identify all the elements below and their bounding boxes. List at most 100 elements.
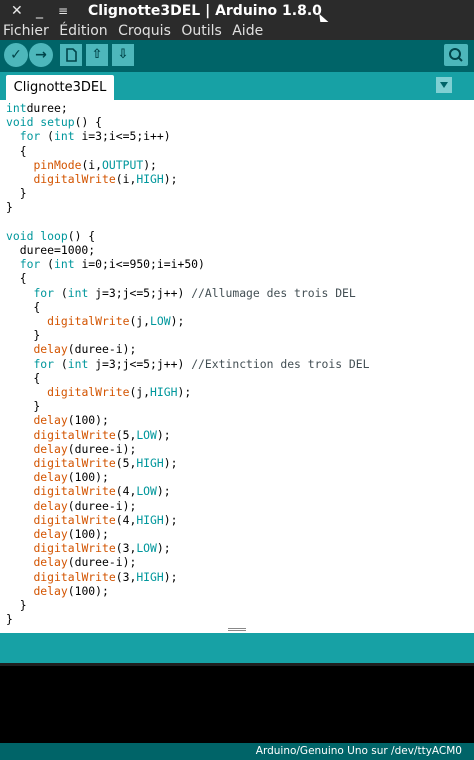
menu-croquis[interactable]: Croquis <box>118 23 171 39</box>
code-line[interactable]: { <box>6 300 40 314</box>
code-line[interactable]: { <box>6 144 27 158</box>
code-line[interactable]: delay(duree-i); <box>6 555 136 569</box>
code-token: digitalWrite <box>33 427 116 442</box>
code-line[interactable]: digitalWrite(4,HIGH); <box>6 513 177 527</box>
code-line[interactable]: pinMode(i,OUTPUT); <box>6 157 156 172</box>
code-token: digitalWrite <box>33 172 116 186</box>
code-token: delay <box>33 470 68 485</box>
code-token: digitalWrite <box>47 314 130 328</box>
save-sketch-button[interactable]: ⇩ <box>112 44 134 66</box>
code-line[interactable]: void loop() { <box>6 229 95 243</box>
code-line[interactable]: duree=1000; <box>6 243 95 257</box>
menu-aide[interactable]: Aide <box>232 23 263 39</box>
code-line[interactable]: void setup() { <box>6 115 102 129</box>
menu-fichier[interactable]: Fichier <box>3 23 49 39</box>
code-line[interactable]: digitalWrite(3,HIGH); <box>6 570 177 584</box>
serial-monitor-button[interactable] <box>444 44 468 66</box>
code-token: digitalWrite <box>47 385 130 399</box>
code-token: duree=1000; <box>6 243 96 257</box>
code-line[interactable]: delay(duree-i); <box>6 499 136 513</box>
code-line[interactable]: for (int i=3;i<=5;i++) <box>6 129 171 143</box>
code-line[interactable]: } <box>6 399 40 413</box>
code-line[interactable]: delay(100); <box>6 583 109 598</box>
code-line[interactable]: delay(100); <box>6 413 108 427</box>
code-line[interactable]: delay(100); <box>6 470 108 485</box>
menu-edition[interactable]: Édition <box>59 23 107 39</box>
code-line[interactable]: digitalWrite(i,HIGH); <box>6 172 177 186</box>
console-separator <box>0 663 474 666</box>
code-line[interactable]: delay(duree-i); <box>6 442 136 456</box>
code-token: int <box>67 285 89 300</box>
code-line[interactable]: for (int i=0;i<=950;i=i+50) <box>6 257 205 271</box>
code-token: HIGH <box>136 172 164 186</box>
code-line[interactable]: } <box>6 598 27 612</box>
code-token: ); <box>163 512 178 527</box>
code-token: pinMode <box>33 157 82 172</box>
code-token: int <box>6 101 27 115</box>
code-token: LOW <box>136 541 157 556</box>
menu-outils[interactable]: Outils <box>181 23 221 39</box>
code-line[interactable]: for (int j=3;j<=5;j++) //Extinction des … <box>6 356 369 371</box>
code-token: for <box>19 257 41 272</box>
resize-grip-icon[interactable] <box>228 628 246 631</box>
code-line[interactable]: } <box>6 612 13 626</box>
window-menu-icon[interactable]: ≡ <box>58 2 68 20</box>
code-line[interactable]: digitalWrite(5,LOW); <box>6 427 171 442</box>
code-line[interactable]: digitalWrite(j,HIGH); <box>6 385 191 399</box>
code-token: } <box>6 200 13 215</box>
upload-button[interactable]: → <box>29 43 53 67</box>
code-line[interactable]: intduree; <box>6 101 68 115</box>
code-token: j=3;j<=5;j++) <box>88 356 192 371</box>
code-token: () { <box>67 228 96 243</box>
code-token: HIGH <box>136 569 164 584</box>
code-line[interactable]: delay(duree-i); <box>6 342 136 356</box>
code-editor[interactable]: intduree; void setup() { for (int i=3;i<=… <box>0 100 474 630</box>
code-token: ); <box>163 569 178 584</box>
code-token: digitalWrite <box>33 512 116 527</box>
code-line[interactable]: digitalWrite(4,LOW); <box>6 484 170 498</box>
code-line[interactable]: } <box>6 328 40 342</box>
code-token: (100); <box>67 583 109 598</box>
code-token: (3, <box>115 569 137 584</box>
code-token: ( <box>40 129 55 144</box>
code-line[interactable]: digitalWrite(5,HIGH); <box>6 456 177 470</box>
code-line[interactable]: } <box>6 186 27 200</box>
code-token: digitalWrite <box>33 456 116 470</box>
tab-clignotte3del[interactable]: Clignotte3DEL <box>6 75 114 100</box>
code-line[interactable]: delay(100); <box>6 527 108 541</box>
code-token: i=3;i<=5;i++) <box>74 129 171 144</box>
close-icon[interactable]: ✕ <box>11 2 23 20</box>
code-line[interactable]: } <box>6 200 13 214</box>
window-title: Clignotte3DEL | Arduino 1.8.0 <box>88 3 322 19</box>
code-token: i=0;i<=950;i=i+50) <box>74 257 205 272</box>
code-token: delay <box>33 583 68 598</box>
code-token: (j, <box>129 385 151 399</box>
code-token: delay <box>33 527 68 541</box>
code-line[interactable]: digitalWrite(j,LOW); <box>6 314 184 328</box>
code-token: (5, <box>115 427 137 442</box>
status-bar: Arduino/Genuino Uno sur /dev/ttyACM0 <box>0 743 474 760</box>
code-token: delay <box>33 342 68 357</box>
code-line[interactable]: for (int j=3;j<=5;j++) //Allumage des tr… <box>6 285 356 300</box>
code-line[interactable]: digitalWrite(3,LOW); <box>6 541 170 556</box>
tab-menu-chevron-down-icon[interactable] <box>436 77 452 93</box>
code-token: ); <box>156 427 171 442</box>
code-token: ); <box>177 385 192 399</box>
code-token: //Allumage des trois DEL <box>191 285 356 300</box>
console-output[interactable] <box>0 663 474 743</box>
arrow-down-icon: ⇩ <box>117 47 129 62</box>
minimize-icon[interactable]: _ <box>36 2 43 20</box>
verify-button[interactable]: ✓ <box>4 43 28 67</box>
code-line[interactable]: { <box>6 271 27 285</box>
code-line[interactable]: { <box>6 371 40 385</box>
code-token: (3, <box>115 541 137 556</box>
open-sketch-button[interactable]: ⇧ <box>86 44 108 66</box>
new-sketch-button[interactable] <box>60 44 82 66</box>
